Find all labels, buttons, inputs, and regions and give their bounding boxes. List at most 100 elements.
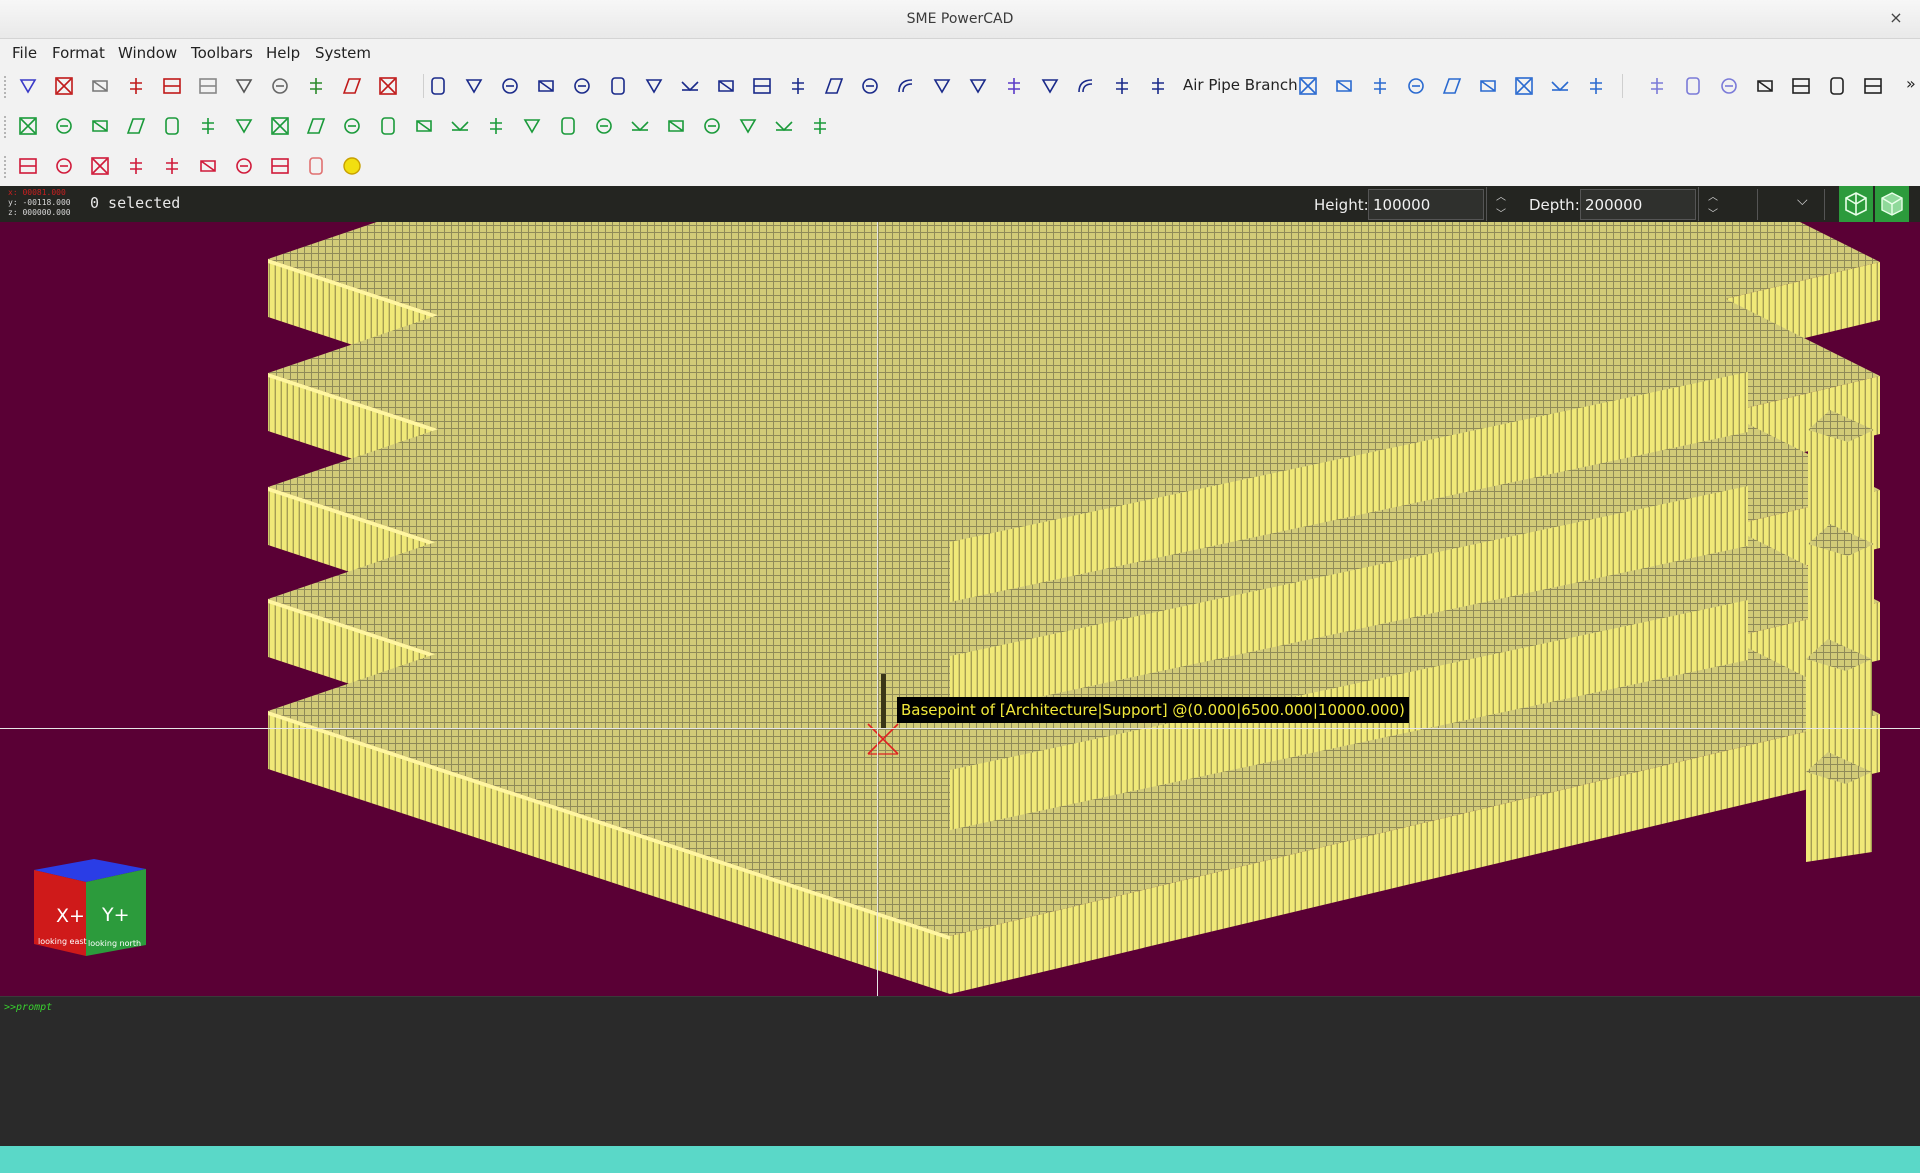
gauge-icon[interactable] (735, 113, 761, 139)
fire-hose-icon[interactable] (87, 153, 113, 179)
air-pipe-branch-button[interactable]: Air Pipe Branch (1183, 76, 1298, 94)
exchanger-icon[interactable] (807, 113, 833, 139)
duct-end-icon[interactable] (533, 73, 559, 99)
duct-plate-icon[interactable] (893, 73, 919, 99)
duct-cross-icon[interactable] (1001, 73, 1027, 99)
vessel-icon[interactable] (663, 113, 689, 139)
branch-n2-icon[interactable] (1583, 73, 1609, 99)
chevron-down-icon[interactable]: ﹀ (1487, 204, 1515, 221)
trap-icon[interactable] (483, 113, 509, 139)
pipe-link-icon[interactable] (123, 153, 149, 179)
chevron-down-icon[interactable]: ﹀ (1699, 204, 1727, 221)
branch-end-icon[interactable] (1295, 73, 1321, 99)
heater-icon[interactable] (771, 113, 797, 139)
duct-flex-icon[interactable] (605, 73, 631, 99)
branch-bend-icon[interactable] (1475, 73, 1501, 99)
chevron-down-icon[interactable]: ⌵ (1797, 193, 1808, 209)
separator-icon[interactable] (519, 113, 545, 139)
check-valve-icon[interactable] (195, 113, 221, 139)
filter-icon[interactable] (159, 113, 185, 139)
wall-block-icon[interactable] (51, 73, 77, 99)
duct-damper-icon[interactable] (569, 73, 595, 99)
branch-unit-icon[interactable] (1439, 73, 1465, 99)
toolbar-grip[interactable] (4, 76, 9, 98)
hydrant-rack-icon[interactable] (51, 153, 77, 179)
duct-x-icon[interactable] (1037, 73, 1063, 99)
pump-icon[interactable] (87, 113, 113, 139)
chevron-up-icon[interactable]: ︿ (1699, 187, 1727, 204)
depth-input[interactable] (1580, 189, 1696, 220)
pump-skid-icon[interactable] (231, 153, 257, 179)
duct-round-icon[interactable] (929, 73, 955, 99)
sun-icon[interactable] (339, 153, 365, 179)
alarm-bell-icon[interactable] (159, 153, 185, 179)
toolbar-overflow-button[interactable]: » (1906, 74, 1916, 93)
menu-format[interactable]: Format (52, 44, 105, 62)
fire-damper-icon[interactable] (195, 153, 221, 179)
duct-box-icon[interactable] (857, 73, 883, 99)
branch-grille-icon[interactable] (1331, 73, 1357, 99)
branch-vent-icon[interactable] (1511, 73, 1537, 99)
valve-red-icon[interactable] (267, 153, 293, 179)
duct-tee-icon[interactable] (641, 73, 667, 99)
column-icon[interactable] (375, 73, 401, 99)
duct-rect-icon[interactable] (461, 73, 487, 99)
strainer-icon[interactable] (375, 113, 401, 139)
height-input[interactable] (1368, 189, 1484, 220)
point-icon[interactable] (1716, 73, 1742, 99)
arc-icon[interactable] (1860, 73, 1886, 99)
support-frame-icon[interactable] (303, 73, 329, 99)
tank-icon[interactable] (267, 113, 293, 139)
ladder-icon[interactable] (425, 73, 451, 99)
branch-hood-icon[interactable] (1367, 73, 1393, 99)
chevron-up-icon[interactable]: ︿ (1487, 187, 1515, 204)
flask-icon[interactable] (231, 113, 257, 139)
menu-system[interactable]: System (315, 44, 371, 62)
hose-icon[interactable] (447, 113, 473, 139)
wireframe-view-button[interactable] (1839, 186, 1873, 222)
solid-view-button[interactable] (1875, 186, 1909, 222)
pump-round-icon[interactable] (627, 113, 653, 139)
butterfly-valve-icon[interactable] (51, 113, 77, 139)
menu-window[interactable]: Window (118, 44, 177, 62)
duct-link-icon[interactable] (1145, 73, 1171, 99)
view-mode-dropdown[interactable] (1757, 189, 1825, 220)
menu-help[interactable]: Help (266, 44, 300, 62)
duct-filter-icon[interactable] (785, 73, 811, 99)
toolbar-grip[interactable] (4, 116, 9, 138)
door-pair-icon[interactable] (339, 73, 365, 99)
duct-diffuser-icon[interactable] (821, 73, 847, 99)
branch-coil-icon[interactable] (1403, 73, 1429, 99)
t-beam-icon[interactable] (267, 73, 293, 99)
3d-viewport[interactable]: X+ Y+ looking east looking north Basepoi… (0, 222, 1920, 996)
sensor-icon[interactable] (339, 113, 365, 139)
panel-grid-icon[interactable] (231, 73, 257, 99)
gear-valve-icon[interactable] (303, 153, 329, 179)
duct-cap-icon[interactable] (965, 73, 991, 99)
duct-section-icon[interactable] (87, 73, 113, 99)
line-icon[interactable] (1752, 73, 1778, 99)
duct-turn-icon[interactable] (497, 73, 523, 99)
command-console[interactable] (0, 996, 1920, 1147)
duct-access-icon[interactable] (1073, 73, 1099, 99)
menu-file[interactable]: File (12, 44, 37, 62)
toolbar-grip[interactable] (4, 156, 9, 178)
circle-icon[interactable] (1824, 73, 1850, 99)
gate-valve-icon[interactable] (699, 113, 725, 139)
link-light-icon[interactable] (1644, 73, 1670, 99)
menu-toolbars[interactable]: Toolbars (191, 44, 253, 62)
view-cube[interactable]: X+ Y+ looking east looking north (34, 859, 146, 956)
duct-split-icon[interactable] (1109, 73, 1135, 99)
coil-icon[interactable] (303, 113, 329, 139)
duct-transition-icon[interactable] (713, 73, 739, 99)
meter-icon[interactable] (123, 113, 149, 139)
duct-reducer-icon[interactable] (677, 73, 703, 99)
branch-n-icon[interactable] (1547, 73, 1573, 99)
brick-panel-icon[interactable] (159, 73, 185, 99)
bend-light-icon[interactable] (1680, 73, 1706, 99)
cabinet-icon[interactable] (195, 73, 221, 99)
close-button[interactable]: × (1886, 8, 1906, 28)
duct-elbow-icon[interactable] (749, 73, 775, 99)
valve-icon[interactable] (15, 113, 41, 139)
air-handler-icon[interactable] (15, 73, 41, 99)
